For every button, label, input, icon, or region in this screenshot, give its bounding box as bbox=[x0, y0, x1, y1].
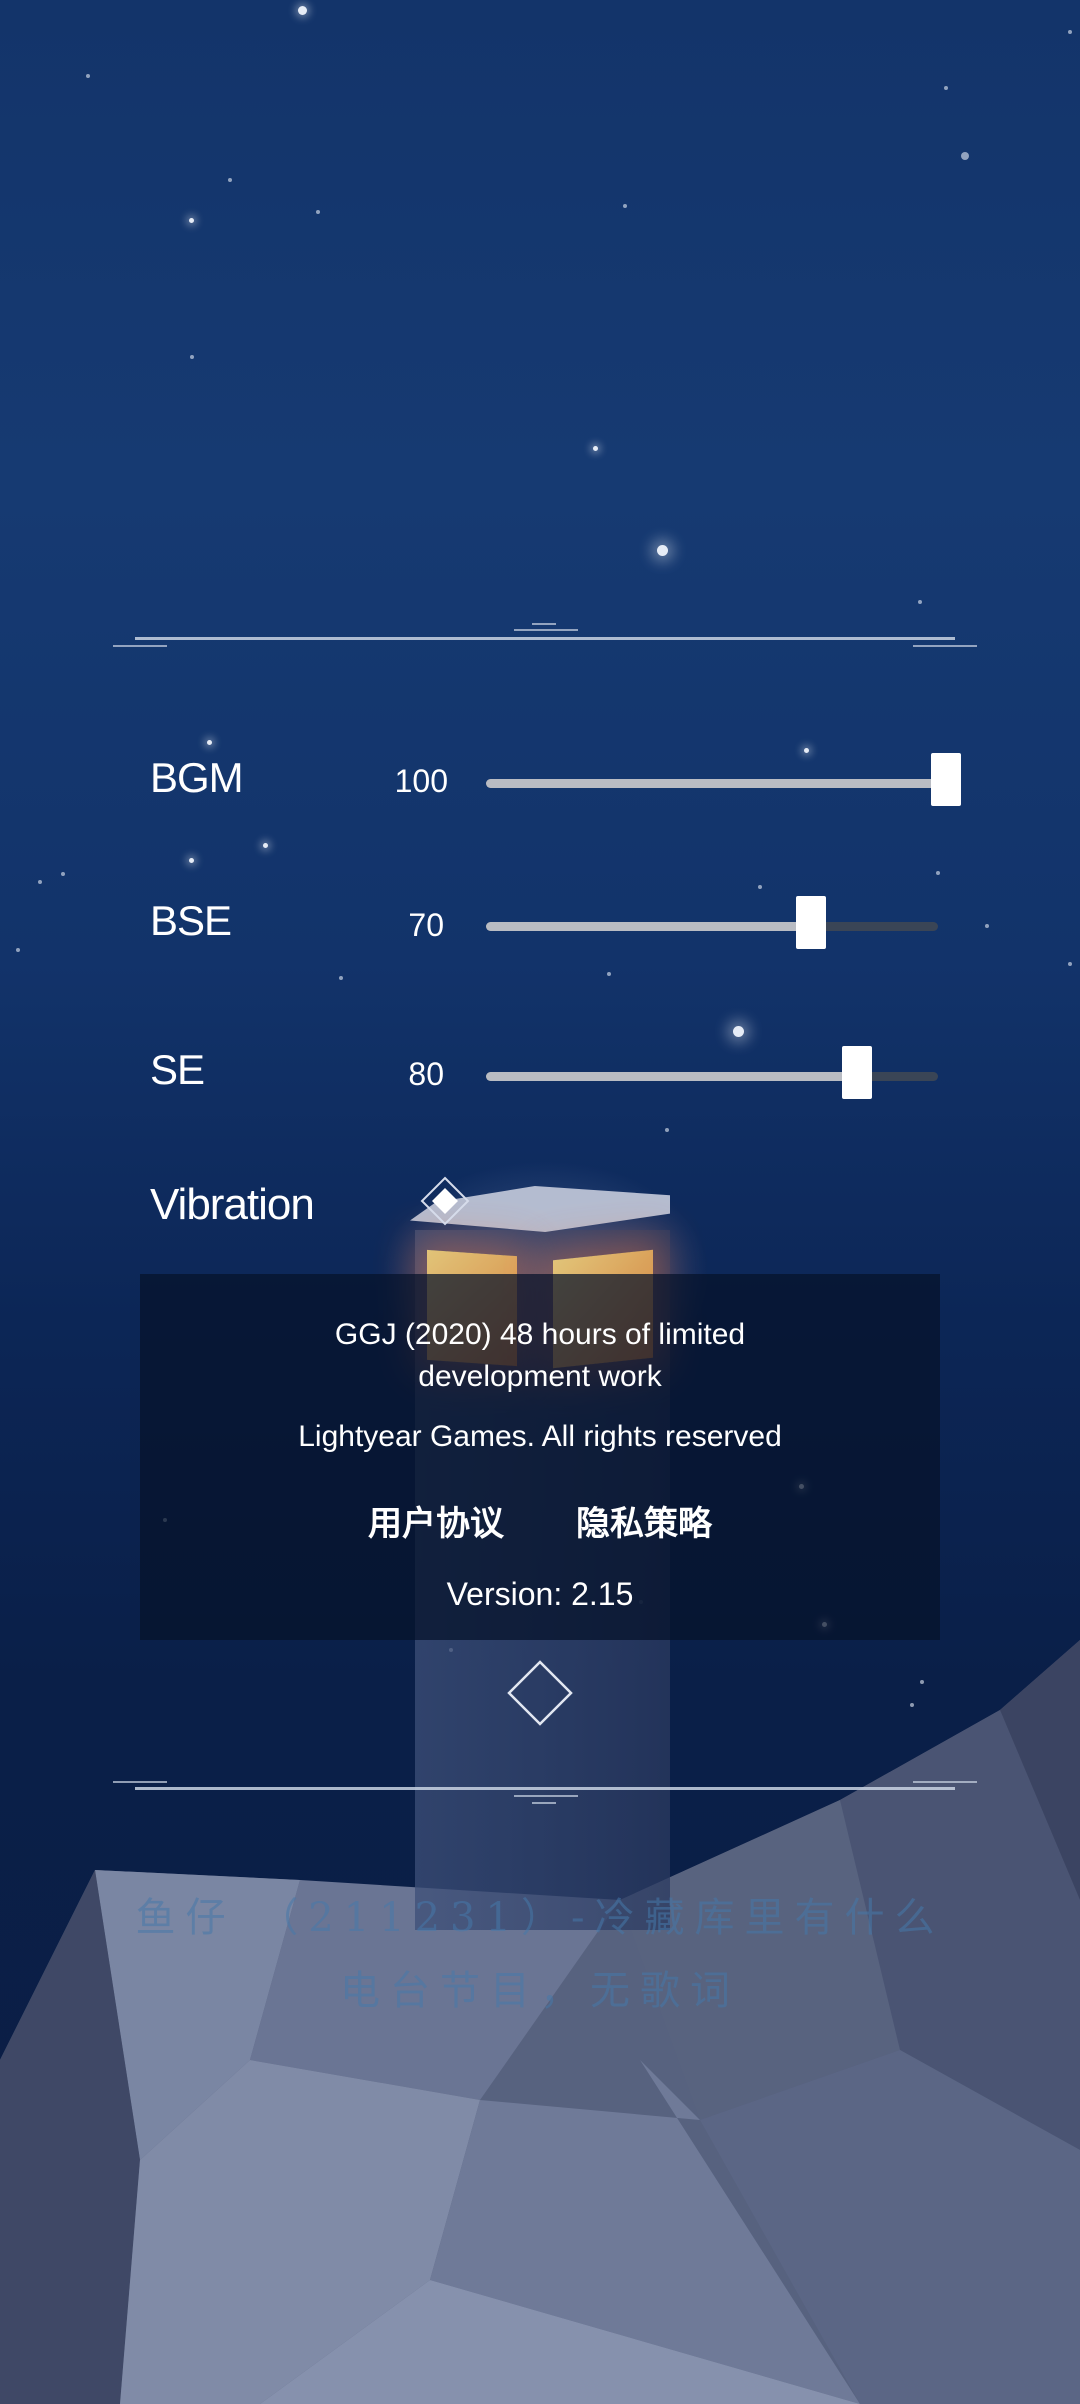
user-agreement-link[interactable]: 用户协议 bbox=[368, 1496, 504, 1545]
setting-label: BSE bbox=[150, 897, 232, 944]
setting-value: 80 bbox=[408, 1056, 444, 1092]
setting-value: 70 bbox=[408, 907, 444, 943]
setting-label: SE bbox=[150, 1046, 205, 1093]
bgm-slider[interactable] bbox=[486, 753, 961, 813]
version-text: Version: 2.15 bbox=[446, 1576, 634, 1612]
credits-text: GGJ (2020) 48 hours of limited developme… bbox=[334, 1318, 746, 1393]
slider-thumb[interactable] bbox=[931, 753, 961, 806]
vibration-label: Vibration bbox=[150, 1180, 315, 1229]
info-panel: GGJ (2020) 48 hours of limited developme… bbox=[140, 1274, 940, 1640]
se-slider[interactable] bbox=[486, 1046, 938, 1106]
diamond-icon bbox=[420, 1176, 470, 1226]
slider-thumb[interactable] bbox=[796, 896, 827, 949]
privacy-policy-link[interactable]: 隐私策略 bbox=[576, 1496, 712, 1545]
legal-links: 用户协议 隐私策略 bbox=[140, 1496, 940, 1545]
watermark-line: 鱼仔 （211231）-冷藏库里有什么 bbox=[135, 1895, 945, 1941]
diamond-icon bbox=[507, 1660, 573, 1726]
setting-label: BGM bbox=[150, 754, 244, 801]
setting-value: 100 bbox=[394, 763, 448, 799]
rights-text: Lightyear Games. All rights reserved bbox=[298, 1420, 782, 1453]
bse-slider[interactable] bbox=[486, 896, 938, 956]
vibration-toggle[interactable] bbox=[420, 1176, 470, 1226]
slider-thumb[interactable] bbox=[841, 1046, 872, 1099]
close-button[interactable] bbox=[506, 1659, 574, 1727]
watermark-line: 电台节目，无歌词 bbox=[340, 1968, 740, 2014]
